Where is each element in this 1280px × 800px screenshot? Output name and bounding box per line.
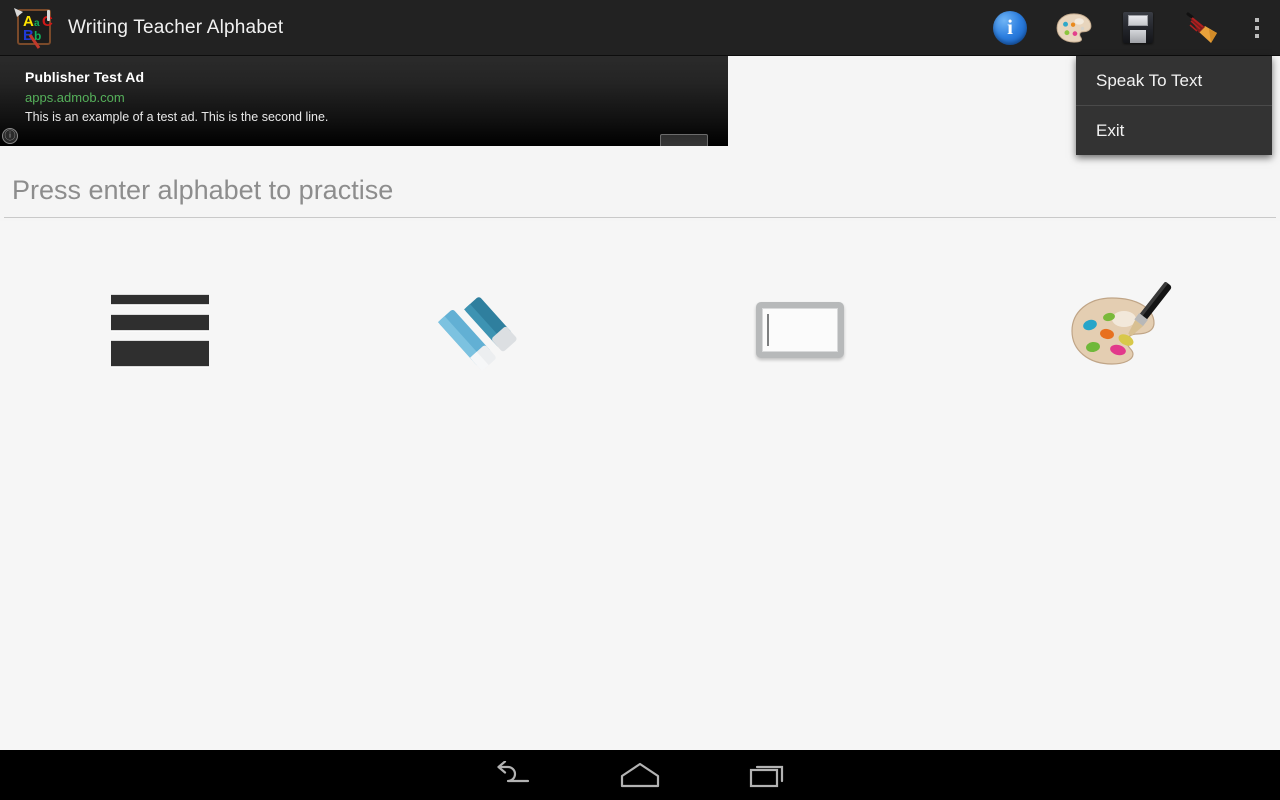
android-nav-bar [0,750,1280,800]
stroke-bar-thick[interactable] [111,339,209,367]
info-icon [993,10,1027,45]
pen-button[interactable] [1170,0,1234,56]
entry-field-container [0,163,1280,221]
floppy-label [1130,30,1146,43]
svg-text:a: a [34,18,40,29]
board-tool[interactable] [640,270,960,390]
svg-text:B: B [23,27,34,44]
save-icon [1123,12,1153,43]
ad-body: This is an example of a test ad. This is… [25,110,329,124]
action-bar-actions [978,0,1280,56]
ad-cta-button[interactable] [660,134,708,146]
page-title: Writing Teacher Alphabet [68,16,284,38]
overflow-icon [1255,17,1259,38]
app-icon-abc-blackboard-glyph: A a C B b [14,7,53,49]
ad-text-block: Publisher Test Ad apps.admob.com This is… [25,69,328,124]
stroke-thickness-icon [111,293,209,367]
stroke-bar-medium[interactable] [111,313,209,331]
stroke-bar-thin[interactable] [111,293,209,305]
floppy-shutter [1128,15,1148,26]
palette-tool[interactable] [960,270,1280,390]
nav-recents-button[interactable] [704,750,832,800]
palette-icon [1056,12,1092,43]
ad-url: apps.admob.com [25,90,125,105]
board-icon [756,302,844,358]
stroke-thickness-tool[interactable] [0,270,320,390]
tool-row [0,270,1280,390]
menu-item-label: Speak To Text [1096,70,1203,90]
home-icon [620,762,660,788]
marker-icon [1186,12,1217,43]
action-bar: A a C B b Writing Teacher Alphabet [0,0,1280,56]
back-arrow-icon [497,761,530,783]
palette-brush-icon [1071,282,1172,365]
ad-banner[interactable]: Publisher Test Ad apps.admob.com This is… [0,56,728,146]
eraser-icon [437,297,517,372]
recents-icon [749,765,784,788]
save-button[interactable] [1106,0,1170,56]
ad-info-badge[interactable]: ⓘ [2,128,18,144]
nav-back-button[interactable] [448,750,576,800]
nav-home-button[interactable] [576,750,704,800]
menu-item-speak-to-text[interactable]: Speak To Text [1076,56,1272,105]
ad-headline: Publisher Test Ad [25,69,145,85]
eraser-tool[interactable] [320,270,640,390]
menu-item-label: Exit [1096,120,1125,140]
info-button[interactable] [978,0,1042,56]
menu-item-exit[interactable]: Exit [1076,106,1272,155]
palette-button[interactable] [1042,0,1106,56]
overflow-menu: Speak To Text Exit [1076,56,1272,155]
alphabet-input[interactable] [4,163,1276,218]
overflow-menu-button[interactable] [1234,0,1280,56]
app-icon[interactable]: A a C B b [10,4,58,52]
